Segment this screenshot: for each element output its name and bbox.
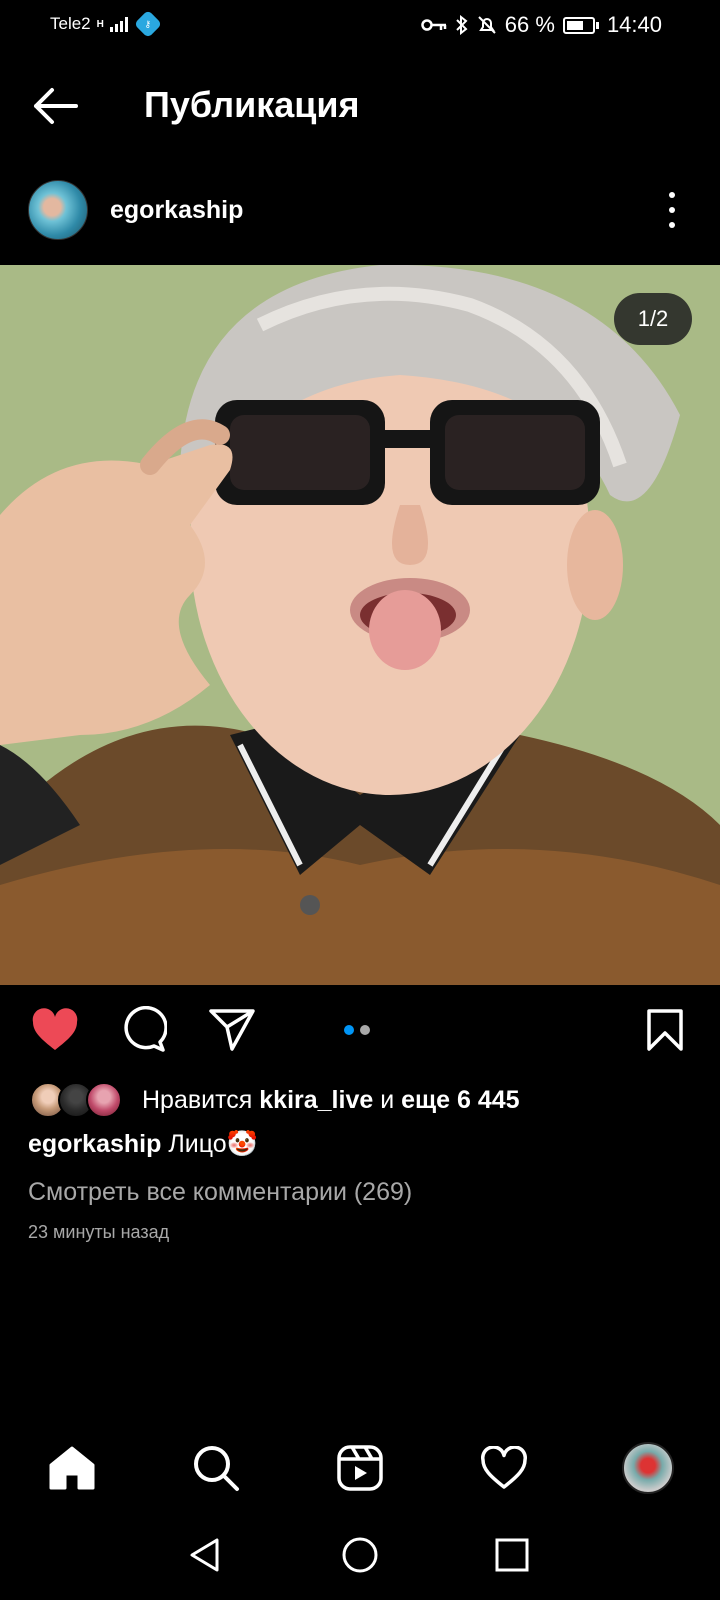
likers-avatars (30, 1080, 130, 1120)
caption-text: Лицо🤡 (161, 1130, 258, 1158)
heart-filled-icon (32, 1008, 78, 1050)
status-left: Tele2 H ⚷ (50, 9, 163, 39)
arrow-left-icon (34, 88, 78, 124)
reels-icon (337, 1445, 383, 1491)
more-dot (669, 207, 675, 213)
comment-button[interactable] (118, 1005, 168, 1055)
author-avatar[interactable] (28, 180, 88, 240)
carrier-name: Tele2 (50, 14, 91, 33)
nav-activity[interactable] (476, 1440, 532, 1496)
nav-home[interactable] (44, 1440, 100, 1496)
carousel-indicator (344, 1025, 370, 1035)
more-dot (669, 192, 675, 198)
likes-user[interactable]: kkira_live (259, 1086, 373, 1114)
page-counter: 1/2 (614, 293, 692, 345)
post-timestamp: 23 минуты назад (28, 1222, 170, 1242)
recents-square-icon (495, 1538, 529, 1572)
likes-prefix: Нравится (142, 1085, 260, 1114)
search-icon (194, 1446, 239, 1491)
carousel-dot-active (344, 1025, 354, 1035)
author-username[interactable]: egorkaship (110, 196, 243, 225)
photo-illustration (0, 265, 720, 985)
caption-author[interactable]: egorkaship (28, 1130, 161, 1158)
likes-text: Нравится kkira_live и еще 6 445 (142, 1086, 520, 1115)
battery-icon (562, 16, 599, 34)
send-icon (209, 1009, 255, 1051)
system-back-button[interactable] (180, 1530, 230, 1580)
clock: 14:40 (606, 12, 662, 37)
bookmark-icon (647, 1009, 683, 1051)
back-triangle-icon (190, 1538, 219, 1572)
vpn-key-icon: ⚷ (133, 9, 163, 39)
bluetooth-icon (456, 15, 468, 35)
more-options-button[interactable] (668, 192, 676, 228)
post-header: egorkaship (0, 180, 720, 246)
instagram-post-screen: Tele2 H ⚷ 66 % 14:40 Публикация egorkash… (0, 0, 720, 1600)
mute-bell-icon (478, 16, 496, 34)
network-type: H (96, 18, 104, 30)
view-all-comments-link[interactable]: Смотреть все комментарии (269) (28, 1178, 412, 1207)
nav-reels[interactable] (332, 1440, 388, 1496)
liker-avatar (86, 1082, 122, 1118)
page-title: Публикация (144, 84, 360, 125)
home-icon (49, 1446, 95, 1490)
status-right: 66 % 14:40 (421, 12, 662, 38)
post-actions (0, 1005, 720, 1055)
carousel-dot (360, 1025, 370, 1035)
back-button[interactable] (30, 86, 80, 126)
status-bar: Tele2 H ⚷ 66 % 14:40 (0, 0, 720, 50)
system-navigation-bar (0, 1530, 720, 1580)
nav-profile[interactable] (620, 1440, 676, 1496)
system-recents-button[interactable] (487, 1530, 537, 1580)
profile-avatar (622, 1442, 674, 1494)
like-button[interactable] (30, 1005, 80, 1055)
key-icon (421, 19, 447, 31)
home-circle-icon (342, 1537, 378, 1573)
signal-icon (109, 17, 128, 32)
post-caption: egorkaship Лицо🤡 (28, 1130, 258, 1159)
save-button[interactable] (640, 1005, 690, 1055)
likes-others[interactable]: еще 6 445 (401, 1086, 519, 1114)
likes-row[interactable]: Нравится kkira_live и еще 6 445 (30, 1080, 520, 1120)
heart-outline-icon (481, 1446, 527, 1489)
nav-search[interactable] (188, 1440, 244, 1496)
bottom-navigation (0, 1440, 720, 1500)
more-dot (669, 222, 675, 228)
comment-icon (124, 1006, 167, 1052)
app-header: Публикация (0, 70, 720, 140)
battery-percent: 66 % (504, 12, 555, 37)
post-photo[interactable]: 1/2 (0, 265, 720, 985)
system-home-button[interactable] (335, 1530, 385, 1580)
likes-connector: и (373, 1085, 402, 1114)
share-button[interactable] (207, 1005, 257, 1055)
